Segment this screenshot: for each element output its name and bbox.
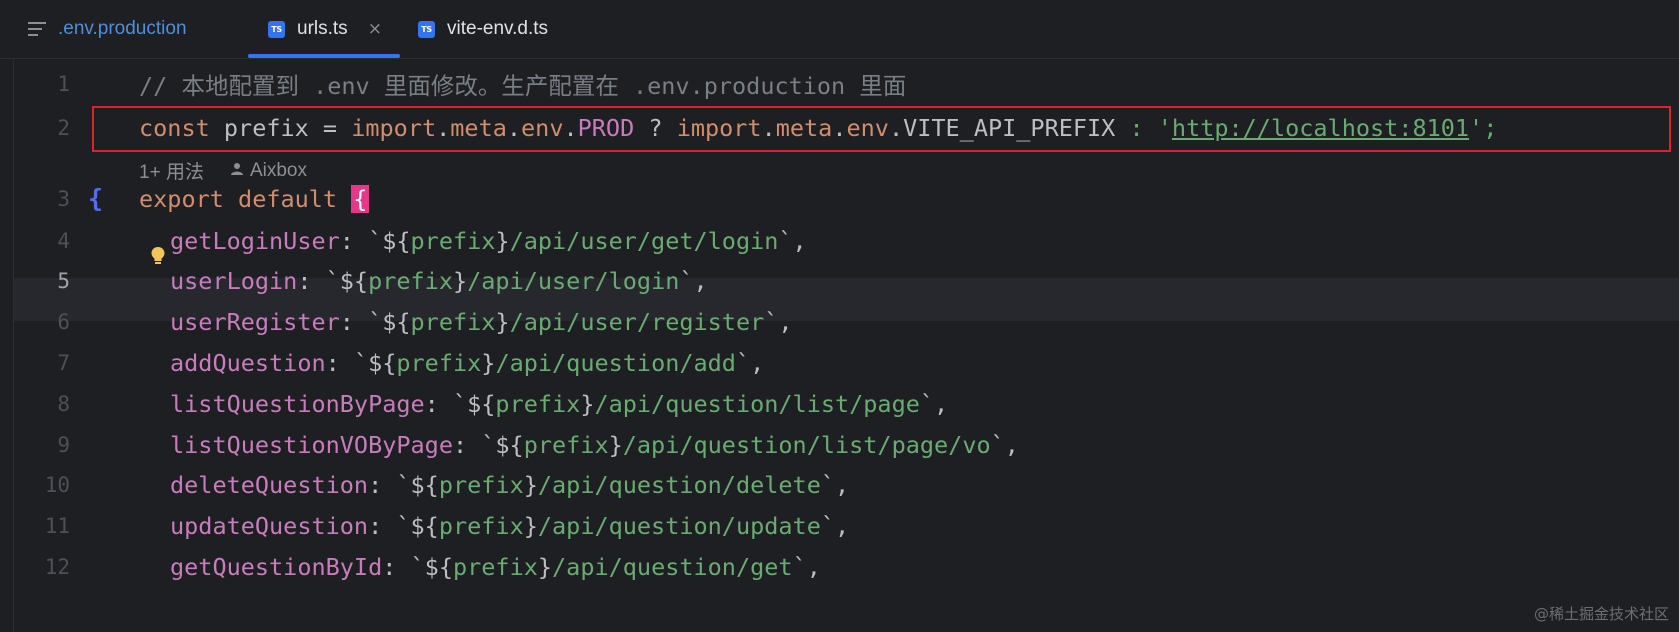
code-line-4[interactable]: 4 getLoginUser: `${prefix}/api/user/get/l… <box>0 219 1679 262</box>
code-line-3[interactable]: 3 { export default { <box>0 177 1679 220</box>
ts-file-icon: TS <box>268 20 285 38</box>
line-number: 1 <box>57 71 70 96</box>
active-tab-indicator <box>248 54 400 58</box>
code-text: deleteQuestion: `${prefix}/api/question/… <box>170 470 850 499</box>
api-path: /api/question/delete <box>537 470 821 499</box>
code-text: listQuestionVOByPage: `${prefix}/api/que… <box>170 430 1019 459</box>
close-tab-icon[interactable]: × <box>368 19 382 39</box>
code-line-12[interactable]: 12 getQuestionById: `${prefix}/api/questi… <box>0 545 1679 588</box>
api-path: /api/user/get/login <box>509 226 779 255</box>
property-key: updateQuestion <box>170 511 369 540</box>
code-line-11[interactable]: 11 updateQuestion: `${prefix}/api/questio… <box>0 504 1679 547</box>
property-key: userRegister <box>170 307 340 336</box>
api-path: /api/question/list/page/vo <box>622 430 991 459</box>
api-path: /api/user/login <box>467 266 680 295</box>
line-number: 4 <box>57 228 70 253</box>
property-key: userLogin <box>170 266 298 295</box>
code-text: getQuestionById: `${prefix}/api/question… <box>170 552 821 581</box>
code-text: listQuestionByPage: `${prefix}/api/quest… <box>170 389 949 418</box>
line-number: 2 <box>57 115 70 140</box>
code-text: updateQuestion: `${prefix}/api/question/… <box>170 511 850 540</box>
property-key: deleteQuestion <box>170 470 369 499</box>
code-line-5[interactable]: 5 userLogin: `${prefix}/api/user/login`, <box>0 259 1679 302</box>
line-number: 11 <box>44 513 70 538</box>
property-key: getQuestionById <box>170 552 383 581</box>
line-number: 6 <box>57 309 70 334</box>
annotation-highlight-box <box>92 106 1671 152</box>
tab-env-production[interactable]: .env.production <box>28 0 187 58</box>
api-path: /api/user/register <box>509 307 765 336</box>
api-path: /api/question/add <box>495 348 736 377</box>
code-text: export default { <box>139 184 370 213</box>
tab-vite-env[interactable]: TS vite-env.d.ts <box>418 0 548 58</box>
fold-brace-icon[interactable]: { <box>88 184 103 213</box>
line-number: 12 <box>44 554 70 579</box>
property-key: getLoginUser <box>170 226 340 255</box>
code-line-10[interactable]: 10 deleteQuestion: `${prefix}/api/questio… <box>0 463 1679 506</box>
text-file-icon <box>28 21 46 37</box>
line-number: 3 <box>57 186 70 211</box>
editor-tab-bar: .env.production TS urls.ts × TS vite-env… <box>0 0 1679 59</box>
property-key: listQuestionVOByPage <box>170 430 453 459</box>
code-line-8[interactable]: 8 listQuestionByPage: `${prefix}/api/ques… <box>0 382 1679 425</box>
code-line-9[interactable]: 9 listQuestionVOByPage: `${prefix}/api/qu… <box>0 423 1679 466</box>
line-number: 8 <box>57 391 70 416</box>
api-path: /api/question/update <box>537 511 821 540</box>
line-number: 9 <box>57 432 70 457</box>
property-key: listQuestionByPage <box>170 389 425 418</box>
code-line-7[interactable]: 7 addQuestion: `${prefix}/api/question/ad… <box>0 341 1679 384</box>
watermark: @稀土掘金技术社区 <box>1533 605 1669 623</box>
matched-brace: { <box>351 184 370 213</box>
property-key: addQuestion <box>170 348 326 377</box>
ts-file-icon: TS <box>418 20 435 38</box>
code-line-6[interactable]: 6 userRegister: `${prefix}/api/user/regis… <box>0 300 1679 343</box>
api-path: /api/question/get <box>552 552 793 581</box>
tab-label: urls.ts <box>297 18 348 39</box>
tab-urls-ts[interactable]: TS urls.ts × <box>268 0 382 58</box>
code-text: getLoginUser: `${prefix}/api/user/get/lo… <box>170 226 807 255</box>
tab-label: vite-env.d.ts <box>447 18 549 39</box>
code-line-1[interactable]: 1 // 本地配置到 .env 里面修改。生产配置在 .env.producti… <box>0 62 1679 105</box>
tab-label: .env.production <box>58 18 187 39</box>
code-text: userRegister: `${prefix}/api/user/regist… <box>170 307 793 336</box>
code-text: addQuestion: `${prefix}/api/question/add… <box>170 348 765 377</box>
line-number: 10 <box>44 472 70 497</box>
code-text: userLogin: `${prefix}/api/user/login`, <box>170 266 708 295</box>
line-number: 5 <box>57 268 70 293</box>
comment-text: // 本地配置到 .env 里面修改。生产配置在 .env.production… <box>139 71 907 100</box>
line-number: 7 <box>57 350 70 375</box>
api-path: /api/question/list/page <box>594 389 920 418</box>
